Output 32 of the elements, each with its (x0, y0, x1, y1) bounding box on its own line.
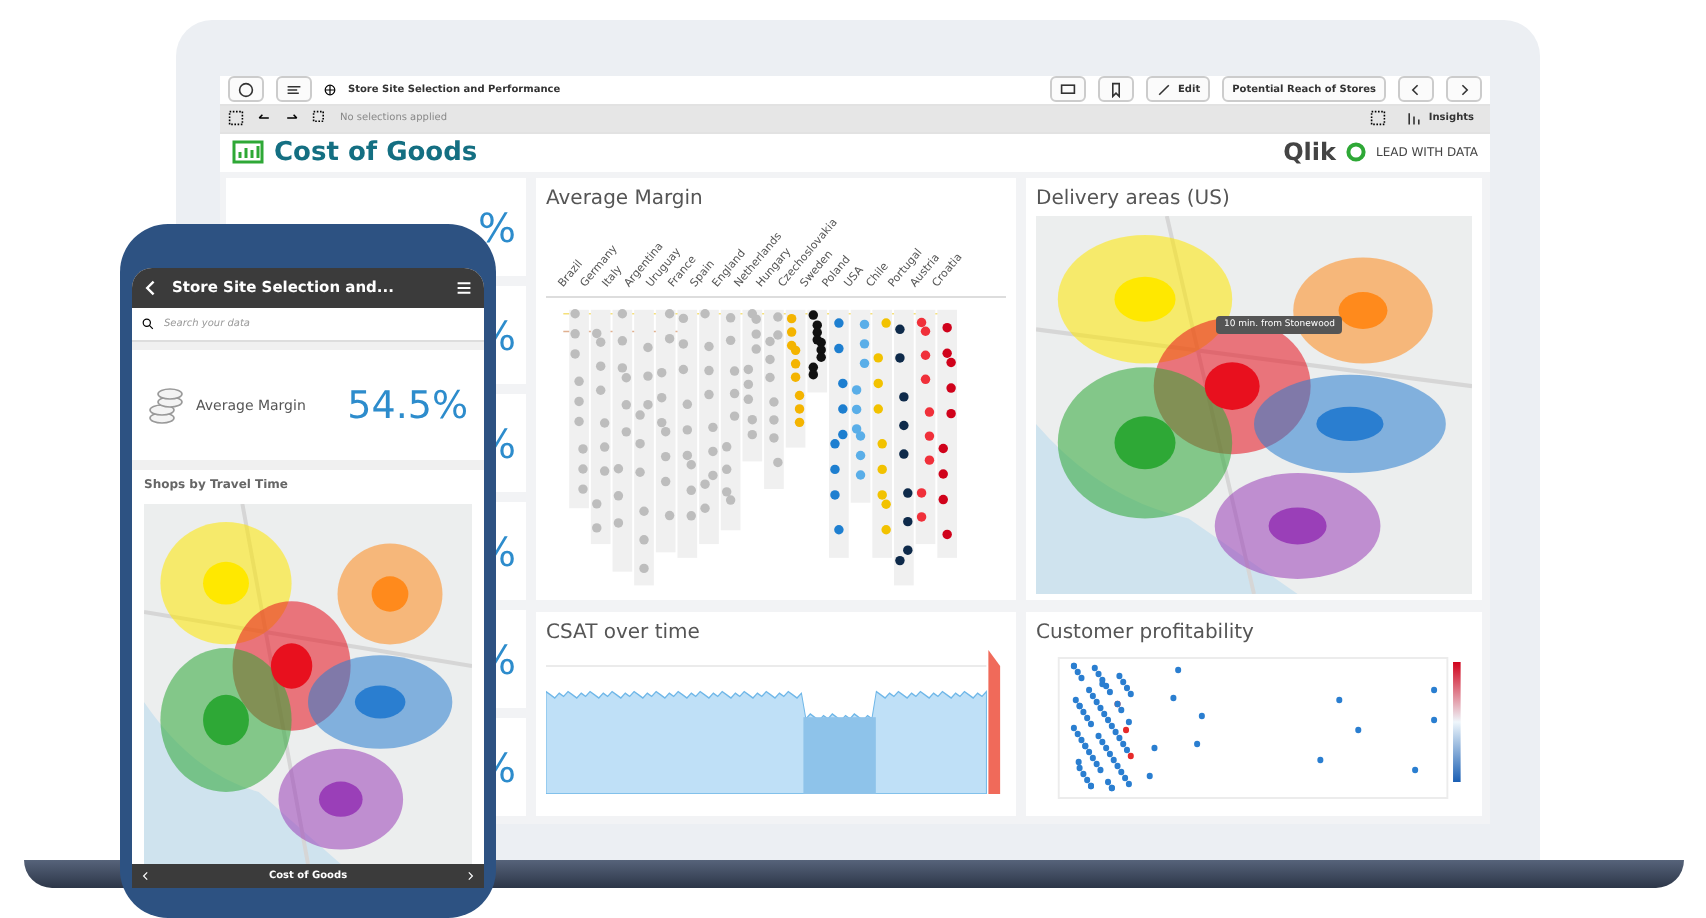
panel-title: Delivery areas (US) (1036, 188, 1232, 210)
coins-icon (148, 385, 184, 426)
brand-mark-icon (1345, 142, 1366, 163)
globe-icon (324, 83, 336, 96)
back-icon (144, 279, 160, 296)
list-button[interactable] (276, 76, 312, 103)
selection-tool-icon (1370, 110, 1387, 127)
menu-icon (456, 279, 472, 296)
chevron-right-icon (1456, 81, 1472, 98)
search-icon (142, 317, 154, 330)
compass-button[interactable] (228, 76, 264, 103)
panel-title: CSAT over time (546, 622, 702, 644)
panel-title: Average Margin (546, 188, 705, 210)
chevron-left-icon (140, 870, 152, 883)
panel-title: Customer profitability (1036, 622, 1256, 644)
brand-logo: Qlik (1283, 138, 1336, 167)
sheet-title: Cost of Goods (274, 137, 478, 168)
next-button[interactable] (1446, 76, 1482, 103)
clear-selection-icon (312, 110, 328, 127)
list-icon (286, 81, 302, 98)
kpi-value: % (477, 203, 516, 251)
insights-icon (1406, 110, 1423, 127)
bar-chart-icon (232, 140, 264, 165)
zoom-selection-icon (228, 110, 244, 127)
chevron-right-icon (464, 870, 476, 883)
bookmark-icon (1108, 81, 1125, 98)
screen-icon (1060, 81, 1077, 98)
chevron-left-icon (1408, 81, 1424, 98)
bookmark-button[interactable] (1098, 76, 1135, 103)
kpi-value: 54.5% (347, 383, 468, 428)
present-button[interactable] (1050, 76, 1087, 103)
previous-button[interactable] (1398, 76, 1434, 103)
